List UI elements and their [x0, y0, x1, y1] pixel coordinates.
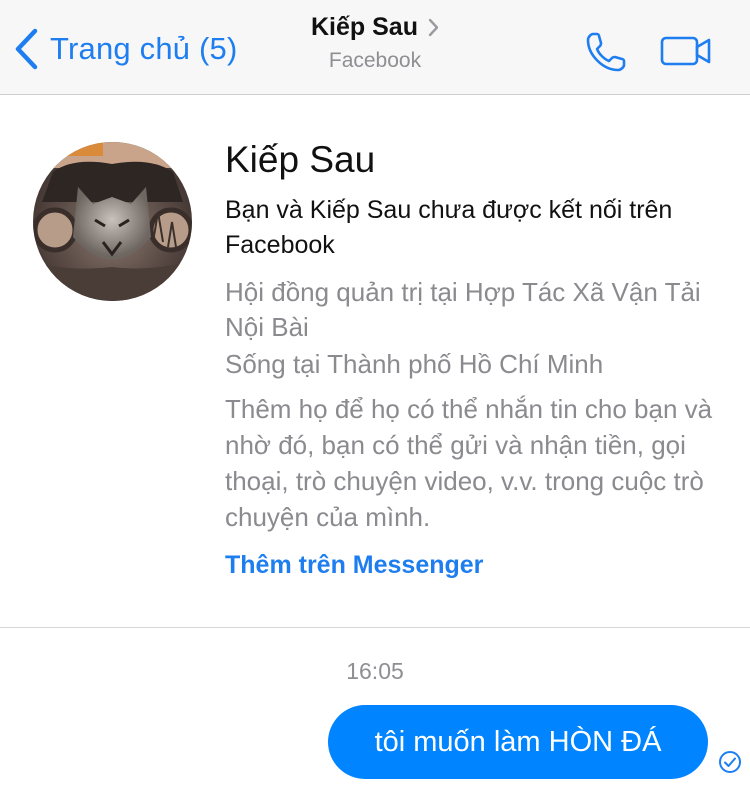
avatar[interactable] — [33, 142, 192, 301]
phone-icon[interactable] — [584, 30, 628, 74]
chevron-left-icon — [15, 28, 38, 70]
chevron-right-icon — [428, 18, 439, 37]
profile-name: Kiếp Sau — [225, 139, 376, 180]
avatar-image — [33, 142, 192, 301]
location-info: Sống tại Thành phố Hồ Chí Minh — [225, 349, 604, 379]
video-camera-icon[interactable] — [660, 35, 712, 67]
title-row[interactable]: Kiếp Sau — [311, 13, 439, 42]
outgoing-message-bubble[interactable]: tôi muốn làm HÒN ĐÁ — [328, 705, 708, 779]
sent-check-icon — [719, 751, 741, 773]
contact-name: Kiếp Sau — [311, 13, 418, 41]
add-description: Thêm họ để họ có thể nhắn tin cho bạn và… — [225, 394, 713, 532]
navigation-bar: Trang chủ (5) Kiếp Sau Facebook — [0, 0, 750, 95]
message-timestamp: 16:05 — [346, 658, 404, 684]
contact-info: Kiếp Sau Bạn và Kiếp Sau chưa được kết n… — [225, 135, 740, 580]
back-button[interactable]: Trang chủ (5) — [14, 26, 238, 72]
contact-profile-card: Kiếp Sau Bạn và Kiếp Sau chưa được kết n… — [0, 95, 750, 628]
back-button-label: Trang chủ (5) — [50, 31, 238, 66]
add-on-messenger-link[interactable]: Thêm trên Messenger — [225, 551, 740, 580]
work-info: Hội đồng quản trị tại Hợp Tác Xã Vận Tải… — [225, 277, 701, 342]
messenger-chat-screen: Trang chủ (5) Kiếp Sau Facebook Kiếp Sau… — [0, 0, 750, 801]
contact-subtitle: Facebook — [328, 49, 422, 72]
connection-status: Bạn và Kiếp Sau chưa được kết nối trên F… — [225, 196, 673, 259]
conversation-title[interactable]: Kiếp Sau Facebook — [275, 13, 475, 73]
